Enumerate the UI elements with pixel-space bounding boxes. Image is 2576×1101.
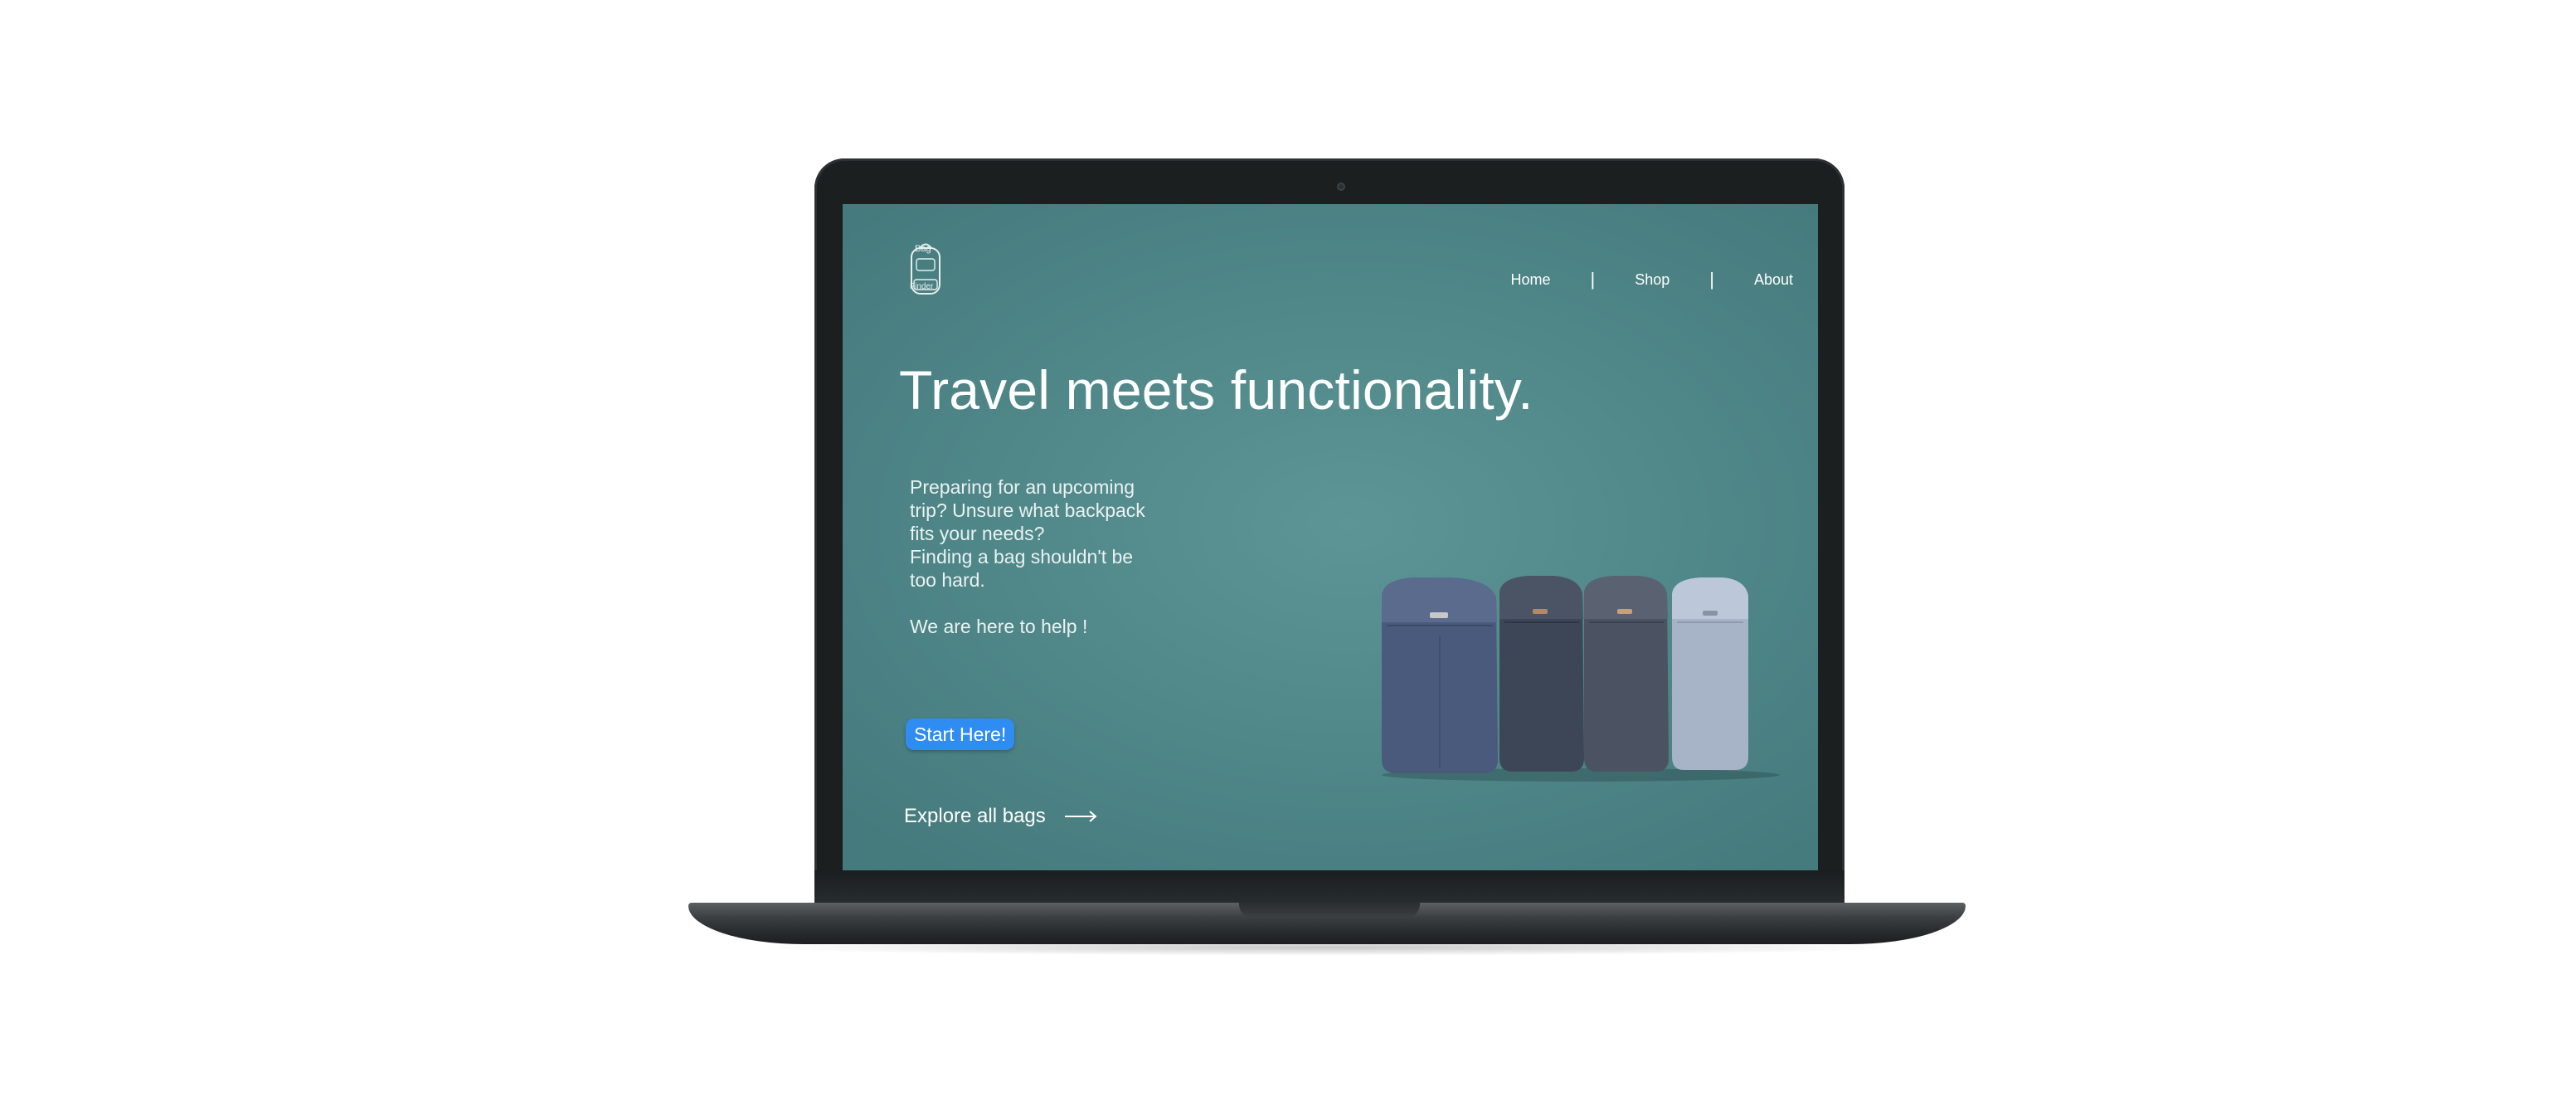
backpacks-image <box>1382 576 1780 782</box>
laptop-notch <box>1239 903 1420 918</box>
logo-text-bottom: Finder <box>910 282 934 291</box>
intro-line: Preparing for an upcoming <box>910 476 1135 498</box>
backpack-charcoal <box>1584 576 1669 772</box>
intro-line: fits your needs? <box>910 523 1045 544</box>
arrow-right-icon <box>1064 811 1097 822</box>
nav-separator: | <box>1590 269 1596 290</box>
main-nav: Home | Shop | About <box>1510 269 1793 290</box>
help-text: We are here to help ! <box>910 616 1088 637</box>
explore-all-bags-link[interactable]: Explore all bags <box>904 805 1097 828</box>
logo-text-top: Bag <box>915 244 931 254</box>
nav-separator: | <box>1709 269 1714 290</box>
start-here-button[interactable]: Start Here! <box>906 719 1015 750</box>
explore-label: Explore all bags <box>904 805 1046 827</box>
intro-line: Finding a bag shouldn't be <box>910 546 1134 568</box>
nav-about-link[interactable]: About <box>1754 271 1793 289</box>
backpack-navy <box>1382 577 1498 773</box>
intro-line: too hard. <box>910 569 985 591</box>
site-logo[interactable]: Bag Finder <box>905 241 946 299</box>
hero-intro: Preparing for an upcoming trip? Unsure w… <box>910 475 1184 638</box>
hero-headline: Travel meets functionality. <box>899 359 1533 421</box>
backpack-light-blue <box>1672 577 1748 770</box>
nav-shop-link[interactable]: Shop <box>1635 271 1670 289</box>
backpack-dark-grey <box>1499 576 1584 772</box>
intro-spacer <box>910 592 1184 615</box>
nav-home-link[interactable]: Home <box>1510 271 1550 289</box>
webcam <box>1337 183 1345 191</box>
laptop-screen: Bag Finder Home | Shop | About Travel me… <box>843 204 1818 870</box>
intro-line: trip? Unsure what backpack <box>910 499 1145 521</box>
